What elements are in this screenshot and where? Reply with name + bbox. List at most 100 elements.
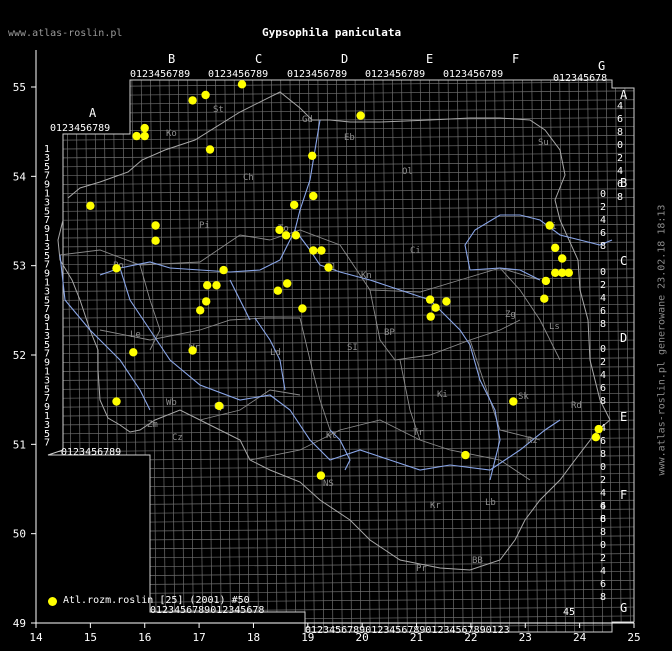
grid-row-letter-f: F <box>620 488 627 502</box>
grid-col-digits-a: 0123456789 <box>50 123 110 134</box>
grid-vline <box>75 80 83 632</box>
x-tick-label-14: 14 <box>29 631 43 644</box>
occurrence-point-16 <box>212 281 221 290</box>
grid-vline <box>447 80 455 632</box>
grid-col-letter-e: E <box>426 52 433 66</box>
region-code-lb: Lb <box>485 498 496 508</box>
grid-vline <box>159 80 166 632</box>
grid-bottom-row-a: 0123456789 <box>61 447 121 458</box>
legend-marker <box>48 597 57 606</box>
occurrence-point-17 <box>215 401 224 411</box>
grid-vline <box>428 80 436 632</box>
grid-vline <box>215 80 222 632</box>
grid-vline <box>624 80 631 632</box>
grid-hline <box>48 143 634 150</box>
occurrence-point-13 <box>196 306 205 315</box>
grid-hline <box>40 643 640 648</box>
grid-right-digit: 8 <box>617 192 623 203</box>
grid-hline <box>48 588 634 595</box>
grid-hline <box>48 179 634 186</box>
grid-col-letter-d: D <box>341 52 348 66</box>
grid-right-digit: 0 <box>600 189 606 200</box>
grid-right-digit: 6 <box>600 436 606 447</box>
occurrence-point-2 <box>112 397 121 406</box>
region-code-ci: Ci <box>410 246 421 256</box>
grid-vline <box>177 80 185 632</box>
grid-right-digit: 6 <box>600 514 606 525</box>
grid-hline <box>48 152 634 159</box>
occurrence-point-26 <box>298 304 307 313</box>
region-code-bp: BP <box>384 328 395 338</box>
region-code-ol: Ol <box>402 167 413 177</box>
grid-right-digit: 2 <box>600 280 606 291</box>
region-code-kr: Kr <box>430 501 441 511</box>
occurrence-point-10 <box>188 346 197 355</box>
grid-row-letter-c: C <box>620 254 627 268</box>
grid-right-digit: 0 <box>600 540 606 551</box>
river-line <box>449 419 561 471</box>
grid-vline <box>224 80 232 632</box>
grid-right-digit: 8 <box>600 527 606 538</box>
river-line <box>229 279 251 321</box>
grid-hline <box>48 553 634 559</box>
voivodeship-border <box>469 339 541 441</box>
grid-col-letter-a: A <box>89 106 97 120</box>
occurrence-point-46 <box>558 254 567 263</box>
grid-right-digit: 0 <box>617 140 623 151</box>
y-tick-label-54: 54 <box>13 170 27 183</box>
occurrence-point-23 <box>283 279 292 288</box>
region-code-bb: BB <box>472 556 483 566</box>
region-code-wb: Wb <box>166 398 177 408</box>
occurrence-point-37 <box>442 297 451 306</box>
grid-col-letter-f: F <box>512 52 519 66</box>
region-code-ls: Ls <box>549 322 560 332</box>
grid-hline <box>48 170 634 177</box>
occurrence-point-5 <box>140 131 149 141</box>
grid-vline <box>410 80 418 632</box>
region-code-st: St <box>213 105 224 115</box>
grid-right-digit: 4 <box>600 566 606 577</box>
grid-vline <box>233 80 241 632</box>
y-tick-label-52: 52 <box>13 349 26 362</box>
grid-right-digit: 0 <box>600 462 606 473</box>
occurrence-point-9 <box>188 96 197 105</box>
grid-hline <box>48 606 634 613</box>
grid-right-digit: 2 <box>617 153 623 164</box>
grid-row-letter-e: E <box>620 410 627 424</box>
x-tick-label-24: 24 <box>573 631 587 644</box>
region-code-ch: Ch <box>243 173 254 183</box>
region-code-eb: Eb <box>344 133 355 143</box>
grid-right-digit: 6 <box>600 579 606 590</box>
occurrence-point-24 <box>290 200 299 210</box>
grid-hline <box>48 526 634 533</box>
grid-hline <box>48 312 634 319</box>
x-tick-label-18: 18 <box>247 631 260 644</box>
grid-hline <box>48 232 634 239</box>
occurrence-point-15 <box>203 281 212 290</box>
grid-vline <box>56 80 64 632</box>
grid-vline <box>66 80 73 632</box>
grid-hline <box>48 304 634 310</box>
grid-vline <box>391 80 399 632</box>
occurrence-point-0 <box>86 201 95 210</box>
grid-right-digit: 4 <box>617 101 623 112</box>
region-code-ld: Ld <box>270 348 281 358</box>
occurrence-point-33 <box>356 111 365 120</box>
grid-hline <box>48 562 634 568</box>
occurrence-point-21 <box>275 225 284 235</box>
occurrence-point-12 <box>205 145 215 154</box>
x-tick-label-23: 23 <box>519 631 532 644</box>
grid-col-digits-f: 0123456789 <box>443 69 503 80</box>
occurrence-point-28 <box>309 191 318 201</box>
grid-vline <box>559 80 566 632</box>
grid-vline <box>373 80 380 632</box>
grid-right-digit: 8 <box>600 449 606 460</box>
region-codes: StGdEbKoSuChOlPiBiCiToWlPoKnLdSIBPZgLsLe… <box>113 105 582 574</box>
occurrence-point-31 <box>324 263 333 272</box>
grid-col-digits-g: 012345678 <box>553 73 607 84</box>
grid-vline <box>577 80 585 632</box>
grid-vline <box>112 80 120 632</box>
grid-hline <box>48 544 634 551</box>
grid-hline <box>48 375 634 381</box>
grid-right-digit: 2 <box>600 553 606 564</box>
